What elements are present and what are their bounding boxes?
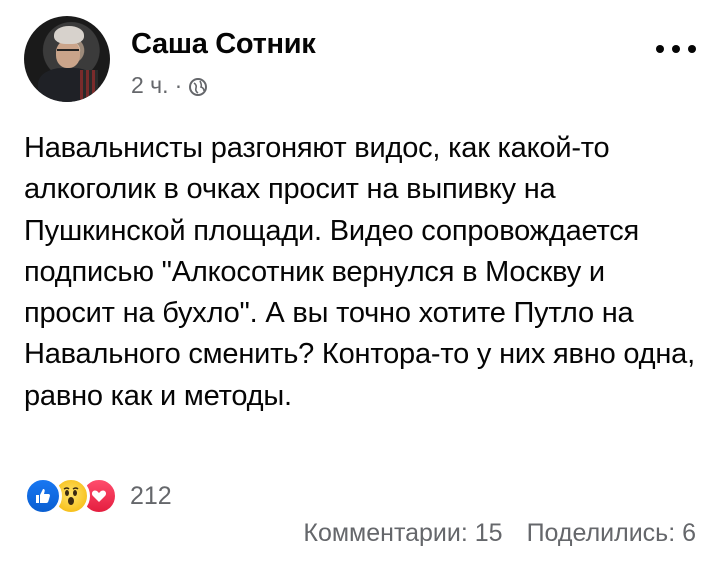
post-text: Навальнисты разгоняют видос, как какой-т… — [24, 132, 695, 412]
post-meta: 2 ч. · — [131, 72, 208, 99]
post-header: Саша Сотник 2 ч. · — [24, 14, 696, 102]
author-name[interactable]: Саша Сотник — [131, 28, 316, 61]
reactions-bar[interactable]: 212 — [24, 477, 172, 515]
like-icon — [24, 477, 62, 515]
post-stats: Комментарии: 15 Поделились: 6 — [303, 519, 696, 548]
comments-count-link[interactable]: Комментарии: 15 — [303, 519, 502, 548]
post-time[interactable]: 2 ч. — [131, 72, 169, 99]
shares-count-link[interactable]: Поделились: 6 — [527, 519, 696, 548]
globe-icon — [188, 76, 208, 96]
more-options-icon[interactable] — [656, 42, 696, 56]
reaction-count[interactable]: 212 — [130, 482, 172, 511]
meta-separator: · — [174, 72, 183, 98]
avatar[interactable] — [24, 16, 110, 102]
